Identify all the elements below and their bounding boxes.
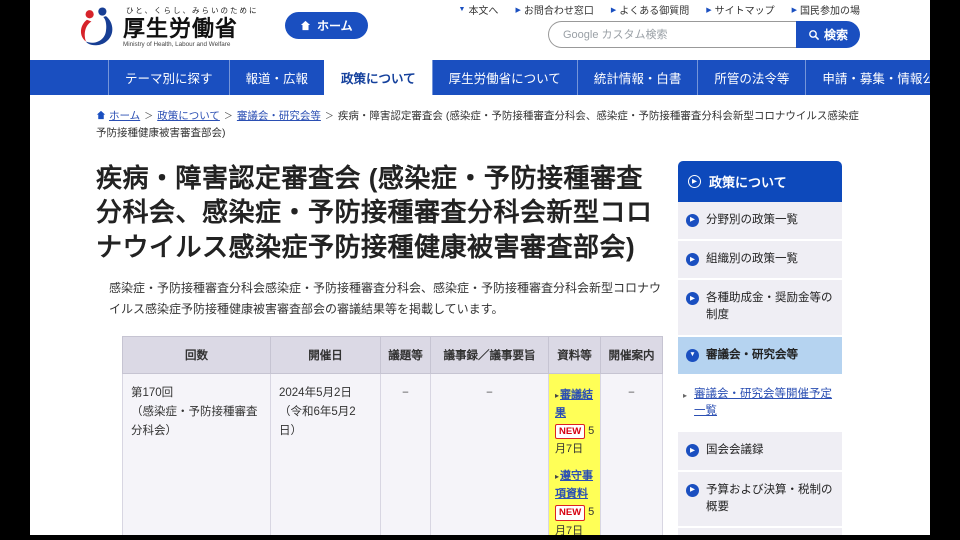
nav-item-press[interactable]: 報道・広報 <box>228 60 325 95</box>
chevron-down-circle-icon: ▼ <box>686 348 699 362</box>
mhlw-logo[interactable]: ひと、くらし、みらいのために 厚生労働省 Ministry of Health,… <box>76 5 258 48</box>
global-nav: テーマ別に探す 報道・広報 政策について 厚生労働省について 統計情報・白書 所… <box>30 60 930 95</box>
play-circle-icon: ▶ <box>688 174 701 188</box>
nav-item-applications[interactable]: 申請・募集・情報公開 <box>805 60 930 95</box>
org-name: 厚生労働省 <box>123 16 239 41</box>
link-sitemap[interactable]: ▶ サイトマップ <box>706 2 774 17</box>
link-arrow-icon: ▸ <box>555 472 560 482</box>
nav-item-policy[interactable]: 政策について <box>324 60 432 95</box>
col-header-materials: 資料等 <box>548 335 601 374</box>
right-arrow-icon: ▶ <box>610 6 617 14</box>
logo-tagline: ひと、くらし、みらいのために <box>126 6 259 15</box>
search-button[interactable]: 検索 <box>796 21 860 48</box>
site-search: 検索 <box>548 21 860 48</box>
link-arrow-icon: ▸ <box>555 390 560 400</box>
cell-agenda: − <box>380 372 431 535</box>
col-header-round: 回数 <box>122 335 271 374</box>
table-row: 第170回 （感染症・予防接種審査分科会） 2024年5月2日 （令和6年5月2… <box>122 372 663 535</box>
meeting-results-table: 回数 開催日 議題等 議事録／議事要旨 資料等 開催案内 第170回 （感染症・… <box>122 335 663 535</box>
link-contact[interactable]: ▶ お問合わせ窓口 <box>515 2 593 17</box>
cell-minutes: − <box>430 372 549 535</box>
cell-materials: ▸審議結果 NEW 5月7日 ▸遵守事項資料 NEW 5月7日 <box>548 372 601 535</box>
nav-item-themes[interactable]: テーマ別に探す <box>108 60 229 95</box>
link-public-participation[interactable]: ▶ 国民参加の場 <box>792 2 860 17</box>
nav-item-statistics[interactable]: 統計情報・白書 <box>576 60 698 95</box>
sidebar-item-council-schedule[interactable]: ▸ 審議会・研究会等開催予定一覧 <box>678 375 842 433</box>
link-compliance-materials[interactable]: 遵守事項資料 <box>555 470 593 500</box>
home-button[interactable]: ホーム <box>285 12 368 39</box>
sidebar-title-policy[interactable]: ▶ 政策について <box>678 160 842 202</box>
site-header: ひと、くらし、みらいのために 厚生労働省 Ministry of Health,… <box>30 0 930 60</box>
col-header-date: 開催日 <box>270 335 381 374</box>
new-badge: NEW <box>555 505 586 521</box>
sidebar-item-budget[interactable]: ▶ 予算および決算・税制の概要 <box>678 471 842 529</box>
browser-page: ひと、くらし、みらいのために 厚生労働省 Ministry of Health,… <box>30 0 930 535</box>
sidebar-item-diet-records[interactable]: ▶ 国会会議録 <box>678 432 842 472</box>
breadcrumb-home[interactable]: ホーム <box>109 110 140 122</box>
page-title: 疾病・障害認定審査会 (感染症・予防接種審査分科会、感染症・予防接種審査分科会新… <box>96 162 653 262</box>
link-to-main-content[interactable]: ▼ 本文へ <box>459 2 499 17</box>
col-header-minutes: 議事録／議事要旨 <box>430 335 549 374</box>
link-arrow-icon: ▸ <box>683 390 688 400</box>
nav-item-about-mhlw[interactable]: 厚生労働省について <box>431 60 577 95</box>
col-header-agenda: 議題等 <box>380 335 431 374</box>
play-circle-icon: ▶ <box>686 292 699 306</box>
play-circle-icon: ▶ <box>686 252 699 266</box>
down-arrow-icon: ▼ <box>458 6 466 13</box>
right-arrow-icon: ▶ <box>791 6 797 14</box>
breadcrumb-councils[interactable]: 審議会・研究会等 <box>237 110 321 122</box>
link-faq[interactable]: ▶ よくある御質問 <box>611 2 689 17</box>
content-area: 疾病・障害認定審査会 (感染症・予防接種審査分科会、感染症・予防接種審査分科会新… <box>96 160 930 535</box>
search-icon <box>809 29 820 40</box>
new-badge: NEW <box>555 423 586 440</box>
play-circle-icon: ▶ <box>686 483 699 497</box>
main-column: 疾病・障害認定審査会 (感染症・予防接種審査分科会、感染症・予防接種審査分科会新… <box>96 161 663 535</box>
page-description: 感染症・予防接種審査分科会感染症・予防接種審査分科会、感染症・予防接種審査分科会… <box>109 281 662 316</box>
sidebar-item-councils[interactable]: ▼ 審議会・研究会等 <box>678 336 842 376</box>
right-arrow-icon: ▶ <box>515 6 521 14</box>
utility-links: ▼ 本文へ ▶ お問合わせ窓口 ▶ よくある御質問 ▶ サイトマップ ▶ 国民参加の場 <box>459 2 861 17</box>
sidebar-item-subsidies[interactable]: ▶ 各種助成金・奨励金等の制度 <box>678 280 842 337</box>
breadcrumb: ホーム＞政策について＞審議会・研究会等＞疾病・障害認定審査会 (感染症・予防接種… <box>96 110 859 140</box>
sidebar-item-policy-by-org[interactable]: ▶ 組織別の政策一覧 <box>678 240 842 281</box>
right-arrow-icon: ▶ <box>706 6 712 14</box>
sidebar-item-policy-by-field[interactable]: ▶ 分野別の政策一覧 <box>678 201 842 241</box>
material-entry: ▸審議結果 NEW 5月7日 <box>555 386 596 459</box>
col-header-announcement: 開催案内 <box>600 335 663 374</box>
play-circle-icon: ▶ <box>686 213 699 227</box>
cell-announcement: − <box>600 372 663 535</box>
home-icon <box>300 20 311 31</box>
material-entry: ▸遵守事項資料 NEW 5月7日 <box>555 467 596 535</box>
play-circle-icon: ▶ <box>686 444 699 458</box>
mhlw-emblem-icon <box>80 7 113 45</box>
cell-date: 2024年5月2日 （令和6年5月2日） <box>270 372 381 535</box>
link-deliberation-results[interactable]: 審議結果 <box>555 389 593 419</box>
sidebar-item-policy-evaluation[interactable]: ▶ 政策評価・独法評価 <box>678 528 842 535</box>
home-icon <box>96 110 106 120</box>
policy-sidebar: ▶ 政策について ▶ 分野別の政策一覧 ▶ 組織別の政策一覧 ▶ 各種助成金・奨… <box>678 160 842 535</box>
cell-round: 第170回 （感染症・予防接種審査分科会） <box>122 372 271 535</box>
table-header-row: 回数 開催日 議題等 議事録／議事要旨 資料等 開催案内 <box>122 335 663 374</box>
search-input[interactable] <box>548 21 796 48</box>
nav-item-laws[interactable]: 所管の法令等 <box>697 60 805 95</box>
org-name-english: Ministry of Health, Labour and Welfare <box>123 41 231 49</box>
breadcrumb-policy[interactable]: 政策について <box>157 110 220 122</box>
